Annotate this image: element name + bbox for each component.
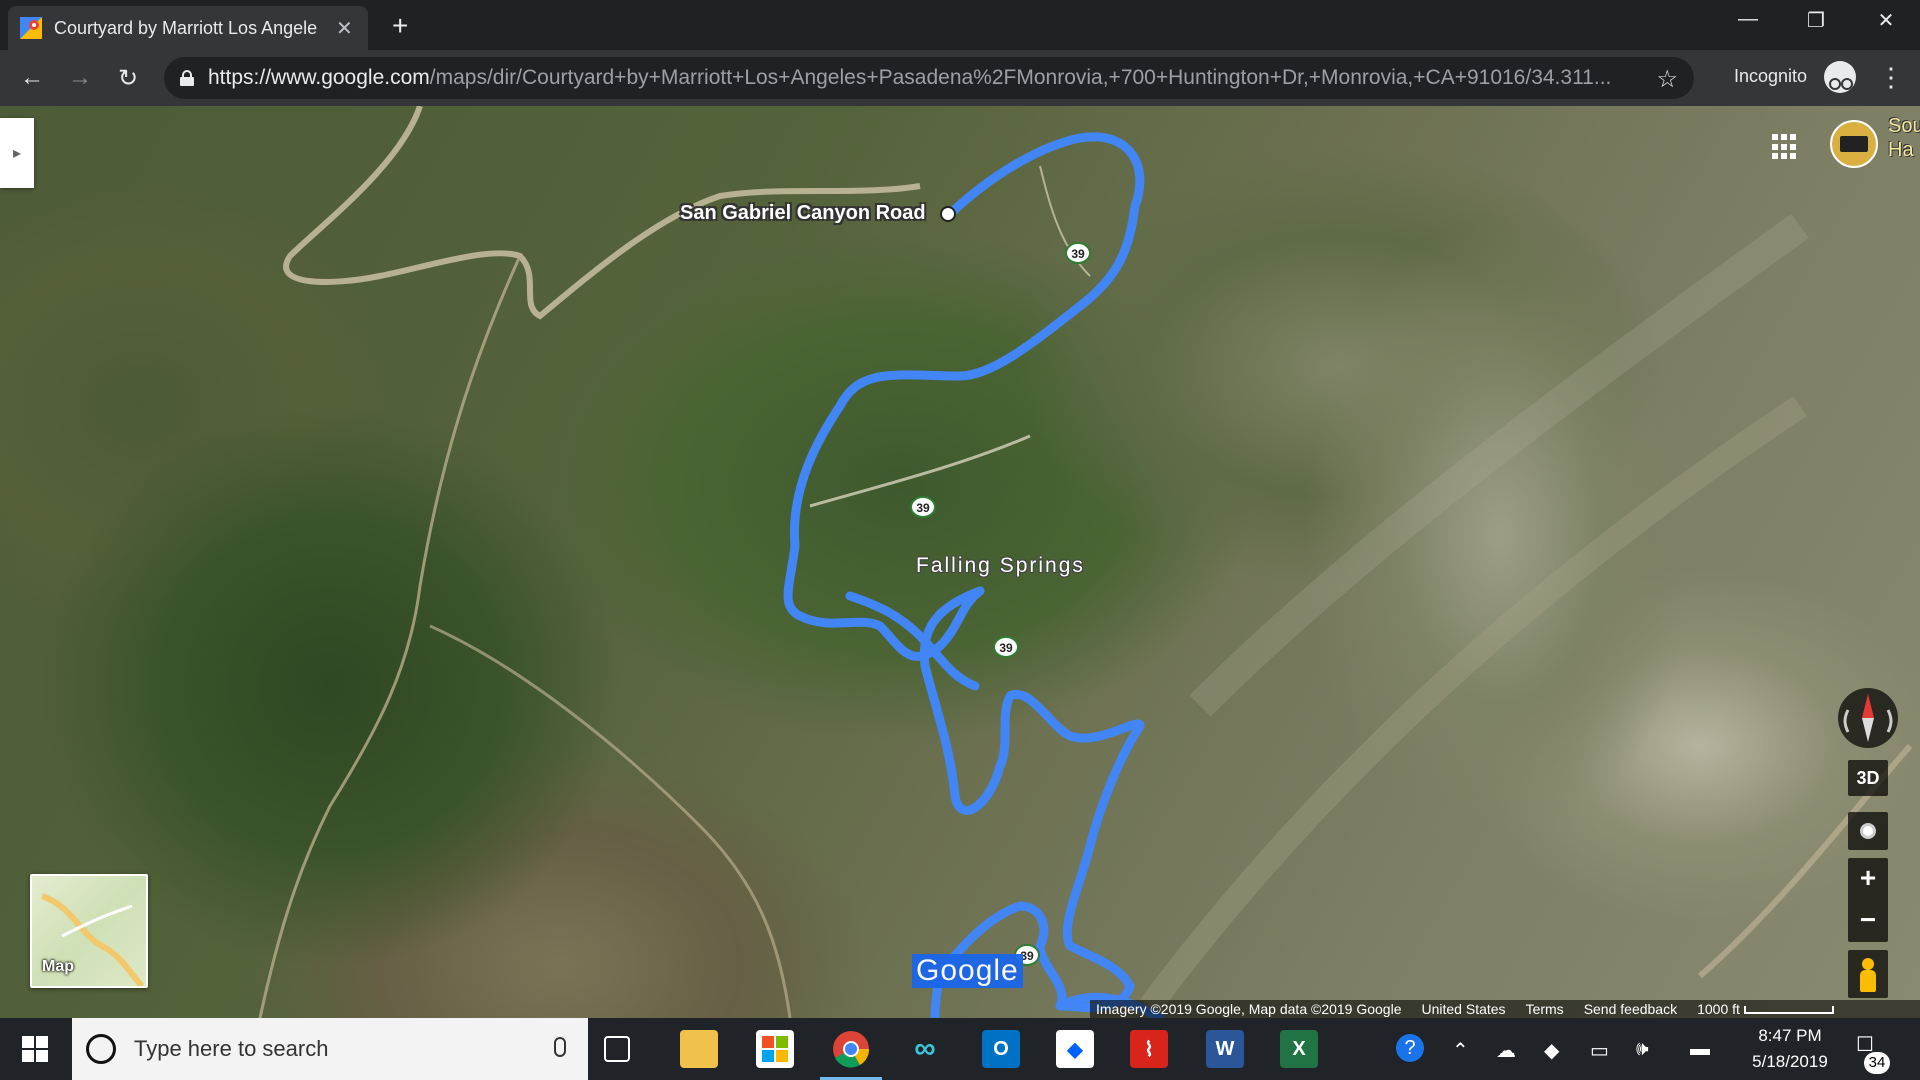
battery-icon[interactable]: ▭ xyxy=(1590,1038,1609,1063)
route-start-marker xyxy=(940,206,956,222)
compass-control[interactable] xyxy=(1838,688,1898,748)
svg-text:39: 39 xyxy=(1071,247,1085,261)
file-explorer-icon[interactable] xyxy=(680,1030,718,1068)
infinity-app-icon[interactable]: ∞ xyxy=(906,1030,944,1068)
windows-start-icon[interactable] xyxy=(22,1036,48,1062)
ridge xyxy=(1140,396,1807,1014)
svg-text:39: 39 xyxy=(916,501,930,515)
account-avatar[interactable] xyxy=(1830,120,1878,168)
google-logo: Google xyxy=(912,954,1023,988)
route-shield-icon: 39 xyxy=(1065,242,1091,264)
microphone-icon[interactable] xyxy=(554,1037,566,1057)
bookmark-star-icon[interactable]: ☆ xyxy=(1656,65,1678,94)
my-location-button[interactable] xyxy=(1848,812,1888,850)
partial-place-label[interactable]: Sou Ha xyxy=(1888,114,1920,162)
zoom-out-button[interactable]: − xyxy=(1848,900,1888,942)
satellite-map[interactable]: 39 39 39 39 San Gabriel Canyon Road Fall… xyxy=(0,106,1920,1018)
road-label[interactable]: San Gabriel Canyon Road xyxy=(680,202,926,225)
network-icon[interactable]: ▬ xyxy=(1690,1038,1710,1061)
forward-button[interactable]: → xyxy=(64,64,96,94)
clock-date[interactable]: 5/18/2019 xyxy=(1740,1052,1840,1072)
new-tab-button[interactable]: + xyxy=(392,10,408,42)
excel-icon[interactable]: X xyxy=(1280,1030,1318,1068)
send-feedback-link[interactable]: Send feedback xyxy=(1584,1001,1677,1017)
acrobat-icon[interactable]: ⌇ xyxy=(1130,1030,1168,1068)
store-icon[interactable] xyxy=(756,1030,794,1068)
chrome-logo xyxy=(833,1031,870,1068)
tab-maps[interactable]: Courtyard by Marriott Los Angele ✕ xyxy=(8,6,368,50)
svg-text:39: 39 xyxy=(999,641,1013,655)
3d-toggle-button[interactable]: 3D xyxy=(1848,760,1888,796)
volume-icon[interactable]: 🕪 xyxy=(1636,1038,1649,1061)
back-button[interactable]: ← xyxy=(16,64,48,94)
close-window-button[interactable]: ✕ xyxy=(1866,8,1906,33)
dropbox-tray-icon[interactable]: ◆ xyxy=(1544,1038,1559,1063)
tab-close-icon[interactable]: ✕ xyxy=(336,16,353,41)
outlook-icon[interactable]: O xyxy=(982,1030,1020,1068)
chrome-icon[interactable] xyxy=(820,1030,882,1080)
country-link[interactable]: United States xyxy=(1422,1001,1506,1017)
notification-count-badge: 34 xyxy=(1864,1052,1890,1074)
taskbar-search-box[interactable]: Type here to search xyxy=(72,1018,588,1080)
dirt-road xyxy=(809,434,1031,508)
tab-title: Courtyard by Marriott Los Angele xyxy=(54,17,318,38)
lock-icon xyxy=(180,70,194,86)
word-icon[interactable]: W xyxy=(1206,1030,1244,1068)
chevron-up-icon[interactable]: ⌃ xyxy=(1452,1038,1469,1063)
place-label-falling-springs[interactable]: Falling Springs xyxy=(916,554,1085,578)
imagery-credit: Imagery ©2019 Google, Map data ©2019 Goo… xyxy=(1096,1001,1402,1017)
url-path: /maps/dir/Courtyard+by+Marriott+Los+Ange… xyxy=(429,66,1612,89)
incognito-icon[interactable] xyxy=(1824,61,1856,93)
google-apps-icon[interactable] xyxy=(1772,134,1798,160)
google-maps-icon xyxy=(20,17,42,39)
url-text[interactable]: https://www.google.com/maps/dir/Courtyar… xyxy=(208,66,1678,90)
map-attribution: Imagery ©2019 Google, Map data ©2019 Goo… xyxy=(1090,1000,1920,1018)
windows-taskbar: Type here to search ∞ O ◆ ⌇ W X ? ⌃ ☁ ◆ … xyxy=(0,1018,1920,1080)
minimize-button[interactable]: — xyxy=(1728,8,1768,31)
task-view-icon[interactable] xyxy=(604,1036,630,1062)
tab-strip: Courtyard by Marriott Los Angele ✕ + — ❐… xyxy=(0,0,1920,50)
scale-label[interactable]: 1000 ft xyxy=(1697,1001,1834,1017)
restore-button[interactable]: ❐ xyxy=(1796,8,1836,33)
taskbar-search-placeholder: Type here to search xyxy=(134,1036,329,1061)
address-bar[interactable]: https://www.google.com/maps/dir/Courtyar… xyxy=(164,57,1694,99)
pegman-icon[interactable] xyxy=(1848,950,1888,998)
route-shield-icon: 39 xyxy=(993,636,1019,658)
onedrive-icon[interactable]: ☁ xyxy=(1496,1038,1516,1063)
incognito-label: Incognito xyxy=(1734,66,1808,86)
help-icon[interactable]: ? xyxy=(1396,1034,1424,1062)
dirt-road xyxy=(429,624,792,1018)
map-layer-label: Map xyxy=(42,958,74,975)
zoom-control: + − xyxy=(1848,858,1888,942)
browser-toolbar: ← → ↻ https://www.google.com/maps/dir/Co… xyxy=(0,50,1920,106)
side-panel-toggle[interactable]: ▸ xyxy=(0,118,34,188)
dirt-road xyxy=(258,255,522,1018)
route-shield-icon: 39 xyxy=(910,496,936,518)
terms-link[interactable]: Terms xyxy=(1526,1001,1564,1017)
cortana-icon xyxy=(86,1034,116,1064)
zoom-in-button[interactable]: + xyxy=(1848,858,1888,900)
menu-icon[interactable]: ⋮ xyxy=(1878,62,1904,93)
store-bag-icon xyxy=(762,1036,788,1062)
scale-bar xyxy=(1743,1006,1834,1014)
clock-time[interactable]: 8:47 PM xyxy=(1740,1026,1840,1046)
dropbox-icon[interactable]: ◆ xyxy=(1056,1030,1094,1068)
url-host: https://www.google.com xyxy=(208,66,430,89)
reload-button[interactable]: ↻ xyxy=(112,64,144,94)
map-layer-toggle[interactable]: Map xyxy=(30,874,148,988)
route-line xyxy=(845,591,980,691)
compass-icon xyxy=(1843,694,1893,742)
